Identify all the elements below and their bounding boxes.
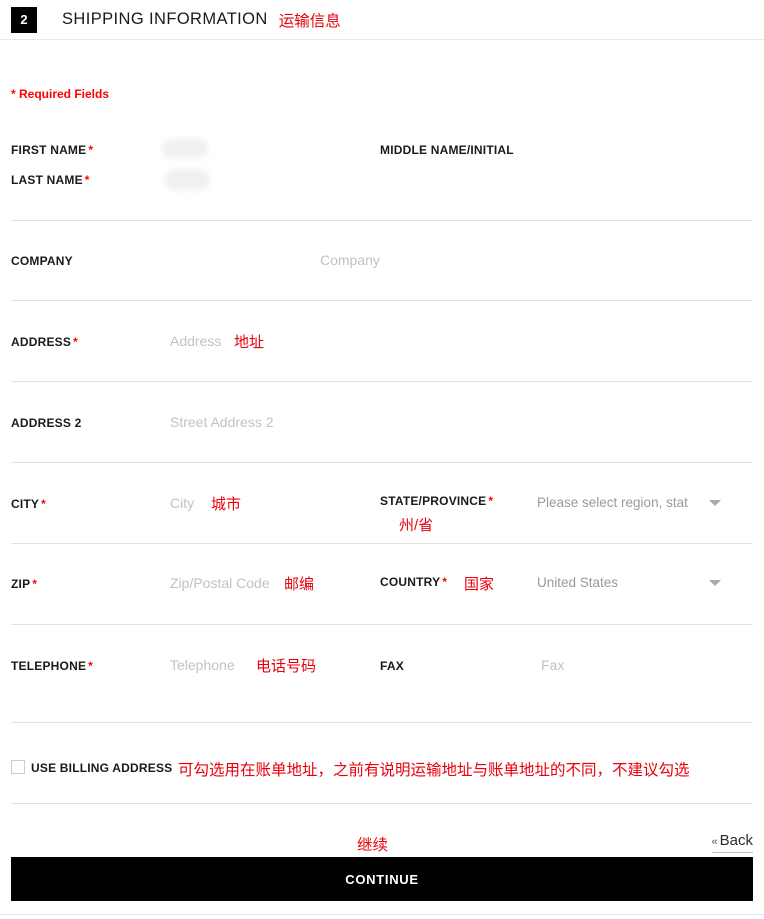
- last-name-input[interactable]: [165, 169, 209, 190]
- state-required-marker: *: [488, 494, 494, 508]
- divider-after-name: [11, 220, 753, 221]
- divider-after-billing: [11, 803, 753, 804]
- telephone-label-text: TELEPHONE: [11, 659, 87, 673]
- country-required-marker: *: [442, 575, 448, 589]
- chevron-down-icon-state[interactable]: [709, 500, 721, 506]
- country-label-text: COUNTRY: [380, 575, 441, 589]
- zip-input[interactable]: Zip/Postal Code: [170, 575, 270, 591]
- continue-annotation-cn: 继续: [357, 837, 389, 854]
- divider-after-address: [11, 381, 753, 382]
- first-name-label: FIRST NAME *: [11, 143, 93, 157]
- middle-name-label: MIDDLE NAME/INITIAL: [380, 143, 514, 157]
- state-label: STATE/PROVINCE *: [380, 494, 493, 508]
- country-label: COUNTRY *: [380, 575, 447, 589]
- city-label: CITY *: [11, 497, 46, 511]
- step-number-badge: 2: [11, 6, 37, 33]
- city-required-marker: *: [41, 497, 47, 511]
- chevron-down-icon-country[interactable]: [709, 580, 721, 586]
- divider-after-company: [11, 300, 753, 301]
- address-label: ADDRESS *: [11, 335, 78, 349]
- state-annotation-cn: 州/省: [399, 517, 434, 534]
- page-title: SHIPPING INFORMATION: [62, 10, 268, 28]
- divider-after-telephone-fax: [11, 722, 753, 723]
- address-annotation-cn: 地址: [234, 334, 265, 351]
- divider-after-address2: [11, 462, 753, 463]
- shipping-information-page: 2 SHIPPING INFORMATION 运输信息 * Required F…: [0, 0, 764, 919]
- address-input[interactable]: Address: [170, 333, 221, 349]
- first-name-required-marker: *: [88, 143, 94, 157]
- company-input[interactable]: Company: [320, 252, 380, 268]
- address2-input[interactable]: Street Address 2: [170, 414, 274, 430]
- header-annotation-cn: 运输信息: [278, 12, 341, 30]
- city-label-text: CITY: [11, 497, 40, 511]
- last-name-label: LAST NAME *: [11, 173, 90, 187]
- address2-label: ADDRESS 2: [11, 416, 82, 430]
- city-annotation-cn: 城市: [211, 496, 242, 513]
- zip-label: ZIP *: [11, 577, 37, 591]
- fax-label: FAX: [380, 659, 404, 673]
- use-billing-address-label[interactable]: USE BILLING ADDRESS: [31, 761, 172, 775]
- country-select[interactable]: United States: [537, 575, 702, 590]
- use-billing-address-annotation-cn: 可勾选用在账单地址，之前有说明运输地址与账单地址的不同，不建议勾选: [178, 762, 690, 779]
- address-label-text: ADDRESS: [11, 335, 72, 349]
- required-fields-note: * Required Fields: [11, 87, 110, 101]
- back-link-label: Back: [719, 832, 753, 849]
- city-input[interactable]: City: [170, 495, 194, 511]
- last-name-required-marker: *: [84, 173, 90, 187]
- address-required-marker: *: [73, 335, 78, 349]
- back-chevron-icon: «: [711, 836, 718, 848]
- fax-input[interactable]: Fax: [541, 657, 564, 673]
- first-name-label-text: FIRST NAME: [11, 143, 87, 157]
- company-label: COMPANY: [11, 254, 73, 268]
- zip-label-text: ZIP: [11, 577, 31, 591]
- bottom-divider: [0, 914, 764, 915]
- divider-after-city-state: [11, 543, 753, 544]
- last-name-label-text: LAST NAME: [11, 173, 83, 187]
- state-select[interactable]: Please select region, stat: [537, 495, 707, 510]
- state-label-text: STATE/PROVINCE: [380, 494, 487, 508]
- country-annotation-cn: 国家: [464, 576, 495, 593]
- zip-annotation-cn: 邮编: [284, 576, 315, 593]
- telephone-label: TELEPHONE *: [11, 659, 93, 673]
- zip-required-marker: *: [32, 577, 38, 591]
- first-name-input[interactable]: [162, 139, 208, 158]
- section-header: 2 SHIPPING INFORMATION 运输信息: [0, 0, 764, 40]
- continue-button[interactable]: CONTINUE: [11, 857, 753, 901]
- back-link[interactable]: «Back: [711, 832, 753, 853]
- telephone-input[interactable]: Telephone: [170, 657, 235, 673]
- use-billing-address-checkbox[interactable]: [11, 760, 25, 774]
- divider-after-zip-country: [11, 624, 753, 625]
- telephone-annotation-cn: 电话号码: [256, 658, 317, 675]
- telephone-required-marker: *: [88, 659, 94, 673]
